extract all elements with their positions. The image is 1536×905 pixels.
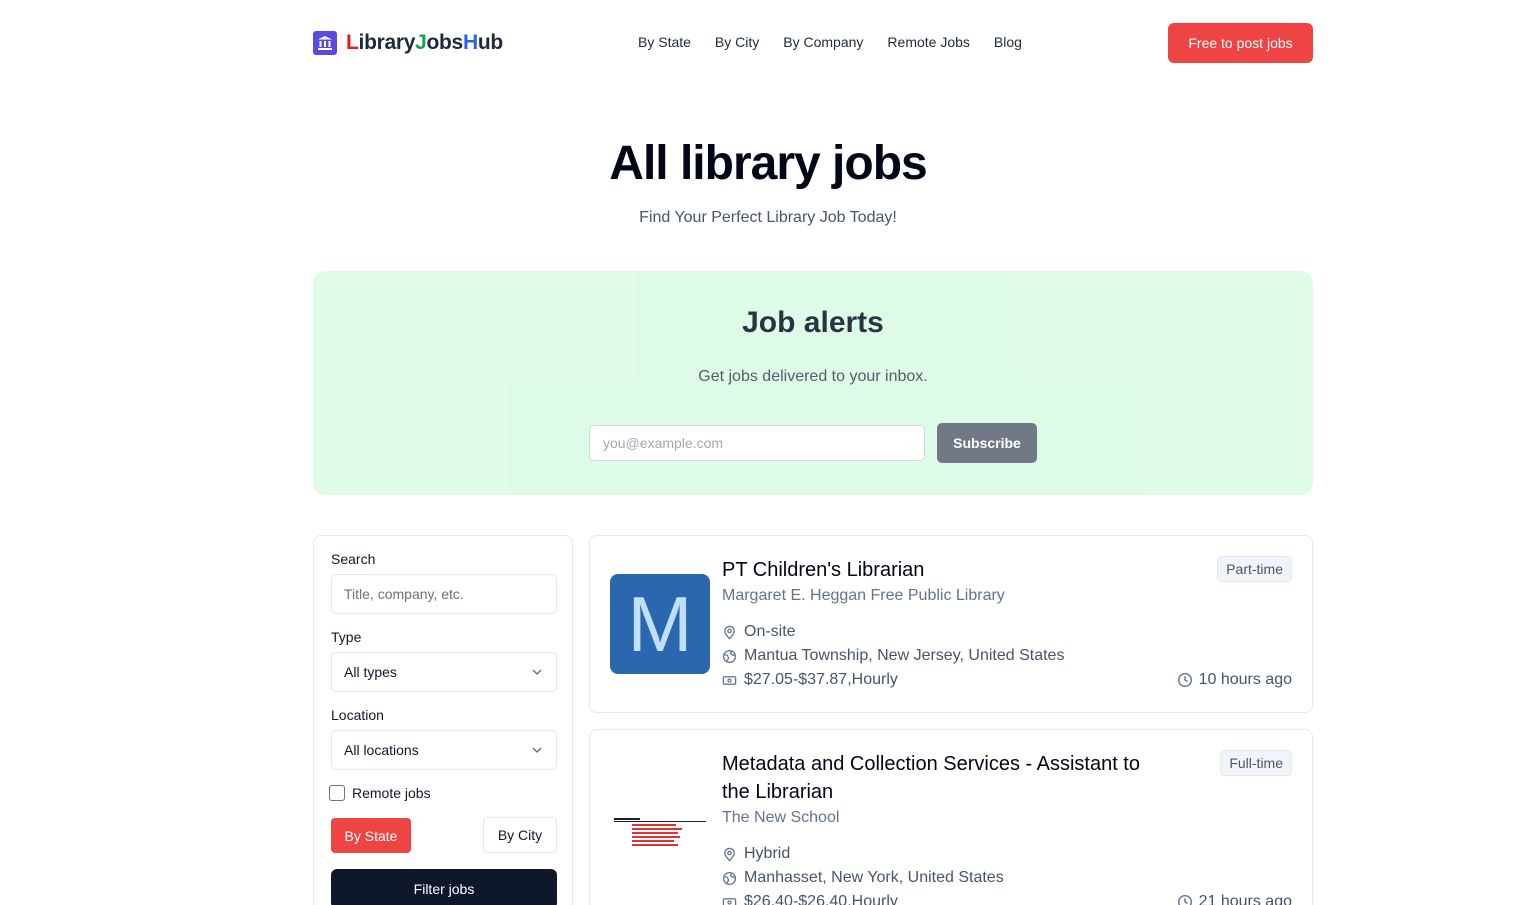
location-select[interactable]: All locations [331,730,557,770]
job-workplace-text: On-site [744,623,796,640]
job-workplace-text: Hybrid [744,845,791,862]
company-logo [610,768,710,868]
job-location: Mantua Township, New Jersey, United Stat… [722,647,1064,665]
type-select[interactable]: All types [331,652,557,692]
search-label: Search [331,551,376,567]
job-salary-text: $27.05-$37.87,Hourly [744,671,898,688]
job-workplace: On-site [722,623,796,641]
post-jobs-button[interactable]: Free to post jobs [1168,23,1313,63]
search-input[interactable]: Title, company, etc. [331,574,557,614]
company-logo-letter: M [627,579,693,668]
job-salary-text: $26.40-$26.40,Hourly [744,893,898,905]
location-label: Location [331,707,384,723]
page-title: All library jobs [609,137,927,190]
job-company: The New School [722,809,840,826]
job-posted-text: 21 hours ago [1198,893,1292,905]
globe-icon [722,871,737,885]
nav-remote-jobs[interactable]: Remote Jobs [887,34,969,50]
job-location-text: Mantua Township, New Jersey, United Stat… [744,647,1065,664]
library-icon [313,31,337,55]
by-city-button[interactable]: By City [483,817,557,853]
globe-icon [722,649,737,663]
type-label: Type [331,629,362,645]
by-state-button[interactable]: By State [331,818,411,853]
nav-by-city[interactable]: By City [715,34,759,50]
banknote-icon [722,897,737,905]
job-title[interactable]: Metadata and Collection Services - Assis… [722,750,1172,806]
job-type-badge: Part-time [1217,556,1292,582]
job-card[interactable]: Metadata and Collection Services - Assis… [589,729,1313,905]
job-card[interactable]: M PT Children's Librarian Margaret E. He… [589,535,1313,713]
page-subtitle: Find Your Perfect Library Job Today! [639,209,897,226]
map-pin-icon [724,847,735,862]
new-school-logo-icon [614,818,706,846]
subscribe-button[interactable]: Subscribe [937,423,1037,463]
filter-jobs-button[interactable]: Filter jobs [331,869,557,905]
remote-jobs-toggle[interactable]: Remote jobs [329,785,431,801]
job-type-badge: Full-time [1220,750,1292,776]
email-input[interactable] [589,425,925,461]
site-header: LibraryJobsHub By State By City By Compa… [313,23,1313,63]
job-alerts-panel: Job alerts Get jobs delivered to your in… [313,271,1313,495]
chevron-down-icon [532,747,542,754]
location-select-value: All locations [344,742,419,758]
job-location: Manhasset, New York, United States [722,869,1004,887]
type-select-value: All types [344,664,397,680]
main-nav: By State By City By Company Remote Jobs … [638,34,1022,50]
job-alerts-subtitle: Get jobs delivered to your inbox. [698,368,928,385]
job-salary: $27.05-$37.87,Hourly [722,671,898,689]
job-alerts-title: Job alerts [742,306,884,339]
nav-by-company[interactable]: By Company [783,34,863,50]
job-title[interactable]: PT Children's Librarian [722,556,924,584]
job-company: Margaret E. Heggan Free Public Library [722,587,1005,604]
job-location-text: Manhasset, New York, United States [744,869,1004,886]
job-posted: 21 hours ago [1177,893,1292,905]
job-posted-text: 10 hours ago [1198,671,1292,688]
clock-icon [1177,672,1192,688]
filters-sidebar: Search Title, company, etc. Type All typ… [313,535,573,905]
job-salary: $26.40-$26.40,Hourly [722,893,898,905]
chevron-down-icon [532,669,542,676]
clock-icon [1177,895,1192,905]
nav-by-state[interactable]: By State [638,34,691,50]
remote-jobs-label: Remote jobs [352,785,431,801]
remote-jobs-checkbox[interactable] [329,785,345,801]
job-workplace: Hybrid [722,845,790,863]
logo-text: LibraryJobsHub [346,31,503,54]
map-pin-icon [724,625,735,640]
job-posted: 10 hours ago [1177,671,1292,689]
banknote-icon [722,675,737,685]
company-logo: M [610,574,710,674]
site-logo[interactable]: LibraryJobsHub [313,31,503,55]
nav-blog[interactable]: Blog [994,34,1022,50]
